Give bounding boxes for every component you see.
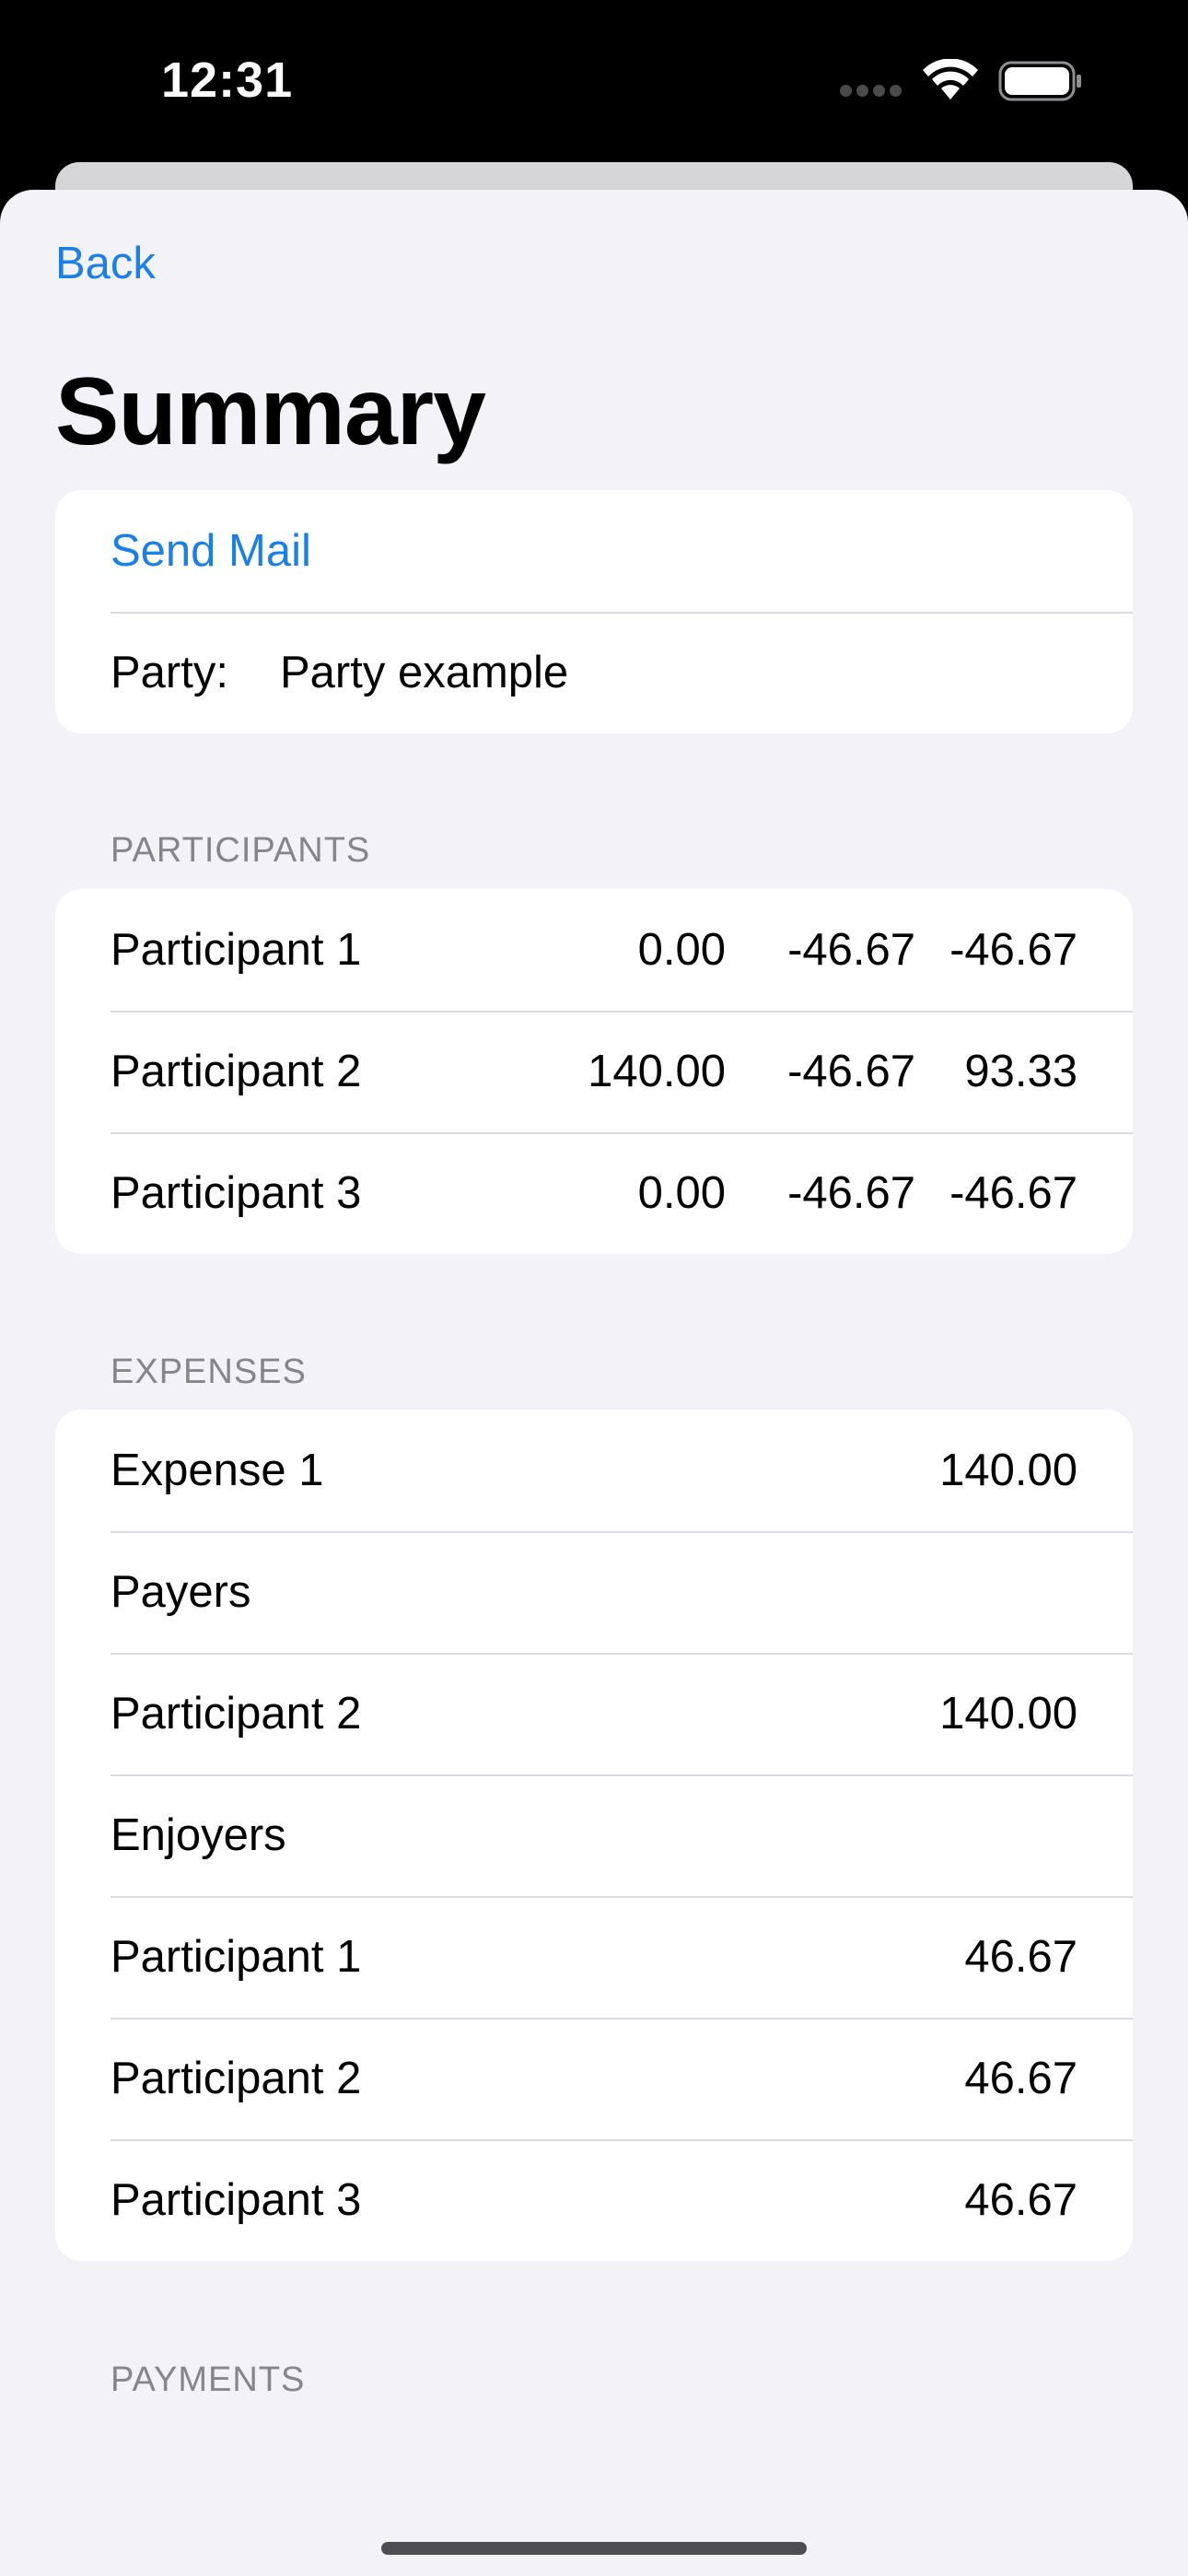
- send-mail-button[interactable]: Send Mail: [111, 525, 1077, 577]
- battery-icon: [998, 61, 1081, 101]
- expenses-header: EXPENSES: [111, 1352, 307, 1391]
- expense-row: Enjoyers: [55, 1774, 1133, 1896]
- expense-value: 46.67: [964, 2054, 1077, 2103]
- expenses-card: Expense 1 140.00 Payers Participant 2 14…: [55, 1410, 1133, 2261]
- page-title: Summary: [55, 358, 486, 465]
- participant-balance: -46.67: [949, 925, 1077, 975]
- expense-row: Participant 3 46.67: [55, 2139, 1133, 2261]
- participant-name: Participant 2: [111, 1047, 362, 1096]
- party-label: Party:: [111, 648, 228, 697]
- expense-label: Participant 1: [111, 1932, 362, 1982]
- participants-header: PARTICIPANTS: [111, 831, 371, 870]
- participant-name: Participant 3: [111, 1168, 362, 1218]
- party-name: Party example: [280, 648, 569, 697]
- expense-row: Payers: [55, 1531, 1133, 1653]
- participant-share: -46.67: [787, 1047, 915, 1096]
- wifi-icon: [923, 59, 978, 100]
- expense-label: Enjoyers: [111, 1810, 286, 1860]
- expense-row: Participant 2 46.67: [55, 2018, 1133, 2139]
- participant-share: -46.67: [787, 1168, 915, 1218]
- expense-row: Expense 1 140.00: [55, 1410, 1133, 1531]
- participant-paid: 140.00: [588, 1047, 726, 1096]
- participant-paid: 0.00: [637, 925, 726, 975]
- expense-value: 140.00: [939, 1446, 1077, 1495]
- expense-label: Payers: [111, 1567, 251, 1617]
- send-mail-row[interactable]: Send Mail: [55, 490, 1133, 612]
- expense-value: 46.67: [964, 2175, 1077, 2225]
- expense-label: Participant 2: [111, 2054, 362, 2103]
- participant-row: Participant 3 0.00 -46.67 -46.67: [55, 1132, 1133, 1254]
- expense-row: Participant 1 46.67: [55, 1896, 1133, 2018]
- participant-row: Participant 1 0.00 -46.67 -46.67: [55, 889, 1133, 1011]
- actions-card: Send Mail Party: Party example: [55, 490, 1133, 733]
- participant-paid: 0.00: [637, 1168, 726, 1218]
- participant-name: Participant 1: [111, 925, 362, 975]
- status-time: 12:31: [161, 53, 294, 108]
- status-bar: 12:31: [0, 0, 1188, 166]
- expense-value: 46.67: [964, 1932, 1077, 1982]
- party-row: Party: Party example: [55, 612, 1133, 733]
- expense-label: Participant 3: [111, 2175, 362, 2225]
- participant-amounts: 140.00 -46.67 93.33: [569, 1046, 1077, 1097]
- participant-amounts: 0.00 -46.67 -46.67: [569, 924, 1077, 976]
- expense-row: Participant 2 140.00: [55, 1653, 1133, 1774]
- participant-balance: -46.67: [949, 1168, 1077, 1218]
- home-indicator: [381, 2542, 807, 2555]
- payments-header: PAYMENTS: [111, 2360, 306, 2399]
- back-button[interactable]: Back: [55, 238, 156, 289]
- expense-label: Expense 1: [111, 1446, 324, 1495]
- participants-card: Participant 1 0.00 -46.67 -46.67 Participa…: [55, 889, 1133, 1254]
- cellular-signal-icon: [840, 85, 906, 101]
- participant-share: -46.67: [787, 925, 915, 975]
- expense-value: 140.00: [939, 1689, 1077, 1739]
- participant-row: Participant 2 140.00 -46.67 93.33: [55, 1011, 1133, 1132]
- participant-amounts: 0.00 -46.67 -46.67: [569, 1167, 1077, 1219]
- expense-label: Participant 2: [111, 1689, 362, 1739]
- participant-balance: 93.33: [964, 1047, 1077, 1096]
